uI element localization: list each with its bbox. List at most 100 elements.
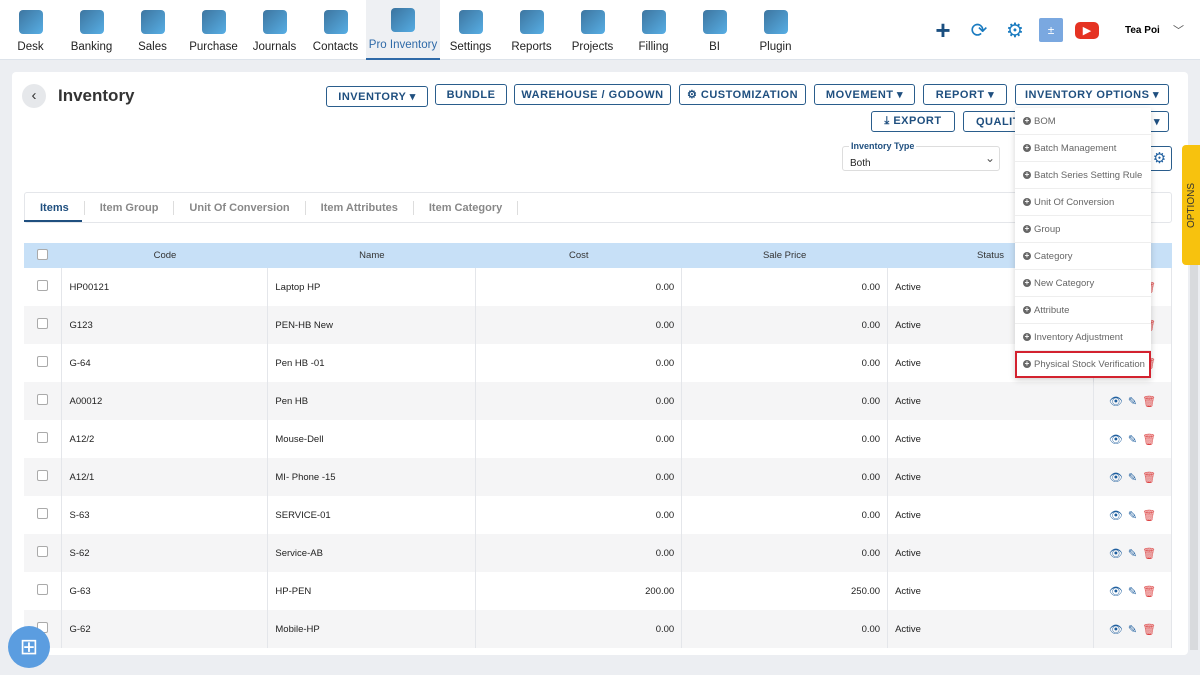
header-name[interactable]: Name xyxy=(267,243,476,268)
edit-icon[interactable]: ✎ xyxy=(1128,510,1137,522)
nav-item-purchase[interactable]: Purchase xyxy=(183,0,244,60)
tab-item-group[interactable]: Item Group xyxy=(85,200,175,215)
nav-label: BI xyxy=(709,41,720,53)
cell-sale-price: 0.00 xyxy=(681,344,889,382)
bundle-button[interactable]: BUNDLE xyxy=(435,84,507,105)
edit-icon[interactable]: ✎ xyxy=(1128,586,1137,598)
view-icon[interactable]: 👁 xyxy=(1109,434,1123,446)
menu-item-unit-of-conversion[interactable]: + Unit Of Conversion xyxy=(1015,189,1151,216)
menu-item-attribute[interactable]: + Attribute xyxy=(1015,297,1151,324)
cell-code: A12/2 xyxy=(61,420,269,458)
movement-button[interactable]: MOVEMENT ▾ xyxy=(814,84,915,105)
row-checkbox[interactable] xyxy=(37,280,49,291)
row-checkbox[interactable] xyxy=(37,470,49,481)
view-icon[interactable]: 👁 xyxy=(1109,472,1123,484)
row-checkbox[interactable] xyxy=(37,432,49,443)
cell-name: Laptop HP xyxy=(267,268,477,306)
export-button[interactable]: ⤓ EXPORT xyxy=(871,111,955,132)
edit-icon[interactable]: ✎ xyxy=(1128,472,1137,484)
warehouse-button[interactable]: WAREHOUSE / GODOWN xyxy=(514,84,671,105)
menu-item-label: Unit Of Conversion xyxy=(1034,196,1115,208)
tab-item-category[interactable]: Item Category xyxy=(414,200,519,215)
tab-unit-of-conversion[interactable]: Unit Of Conversion xyxy=(174,200,306,215)
edit-icon[interactable]: ✎ xyxy=(1128,434,1137,446)
nav-item-reports[interactable]: Reports xyxy=(501,0,562,60)
nav-label: Journals xyxy=(252,41,297,53)
options-side-tab[interactable]: OPTIONS xyxy=(1182,145,1200,265)
header-cost[interactable]: Cost xyxy=(475,243,682,268)
header-code[interactable]: Code xyxy=(61,243,268,268)
back-button[interactable]: ‹ xyxy=(22,84,46,108)
header-sale-price[interactable]: Sale Price xyxy=(681,243,888,268)
menu-item-group[interactable]: + Group xyxy=(1015,216,1151,243)
row-checkbox[interactable] xyxy=(37,394,49,405)
nav-item-plugin[interactable]: Plugin xyxy=(745,0,806,60)
company-name[interactable]: Tea Poi xyxy=(1125,25,1161,36)
delete-icon[interactable]: 🗑 xyxy=(1142,396,1156,408)
menu-item-bom[interactable]: + BOM xyxy=(1015,108,1151,135)
chevron-down-icon[interactable]: ﹀ xyxy=(1173,22,1184,38)
nav-item-desk[interactable]: Desk xyxy=(0,0,61,60)
nav-item-settings[interactable]: Settings xyxy=(440,0,501,60)
delete-icon[interactable]: 🗑 xyxy=(1142,624,1156,636)
delete-icon[interactable]: 🗑 xyxy=(1142,472,1156,484)
view-icon[interactable]: 👁 xyxy=(1109,586,1123,598)
cell-sale-price: 0.00 xyxy=(681,420,889,458)
row-checkbox[interactable] xyxy=(37,356,49,367)
select-all-checkbox[interactable] xyxy=(37,248,49,260)
nav-item-contacts[interactable]: Contacts xyxy=(305,0,366,60)
row-actions: 👁 ✎ 🗑 xyxy=(1093,458,1173,496)
nav-item-journals[interactable]: Journals xyxy=(244,0,305,60)
nav-item-sales[interactable]: Sales xyxy=(122,0,183,60)
cell-name: Mouse-Dell xyxy=(267,420,477,458)
edit-icon[interactable]: ✎ xyxy=(1128,396,1137,408)
bank-sync-icon[interactable]: ⟳ xyxy=(967,18,991,42)
view-icon[interactable]: 👁 xyxy=(1109,624,1123,636)
menu-item-new-category[interactable]: + New Category xyxy=(1015,270,1151,297)
view-icon[interactable]: 👁 xyxy=(1109,548,1123,560)
gear-icon[interactable]: ⚙ xyxy=(1003,18,1027,42)
youtube-icon[interactable]: ▶ xyxy=(1075,21,1099,39)
report-button[interactable]: REPORT ▾ xyxy=(923,84,1007,105)
row-actions: 👁 ✎ 🗑 xyxy=(1093,610,1173,648)
edit-icon[interactable]: ✎ xyxy=(1128,548,1137,560)
cell-name: PEN-HB New xyxy=(267,306,477,344)
row-checkbox[interactable] xyxy=(37,508,49,519)
nav-label: Sales xyxy=(138,41,167,53)
row-checkbox[interactable] xyxy=(37,584,49,595)
row-checkbox[interactable] xyxy=(37,318,49,329)
delete-icon[interactable]: 🗑 xyxy=(1142,548,1156,560)
menu-item-physical-stock-verification[interactable]: + Physical Stock Verification xyxy=(1015,351,1151,378)
inventory-button[interactable]: INVENTORY ▾ xyxy=(326,86,428,107)
menu-item-batch-series-setting-rule[interactable]: + Batch Series Setting Rule xyxy=(1015,162,1151,189)
delete-icon[interactable]: 🗑 xyxy=(1142,434,1156,446)
inventory-type-select[interactable]: Inventory Type Both ⌄ xyxy=(842,141,1000,171)
tab-item-attributes[interactable]: Item Attributes xyxy=(306,200,414,215)
nav-label: Purchase xyxy=(189,41,238,53)
menu-item-inventory-adjustment[interactable]: + Inventory Adjustment xyxy=(1015,324,1151,351)
nav-item-projects[interactable]: Projects xyxy=(562,0,623,60)
calculator-icon[interactable]: ± xyxy=(1039,18,1063,42)
view-icon[interactable]: 👁 xyxy=(1109,396,1123,408)
cell-status: Active xyxy=(887,420,1094,458)
menu-item-batch-management[interactable]: + Batch Management xyxy=(1015,135,1151,162)
apps-grid-button[interactable]: ⊞ xyxy=(8,626,50,668)
inventory-options-button[interactable]: INVENTORY OPTIONS ▾ xyxy=(1015,84,1169,105)
nav-item-pro-inventory[interactable]: Pro Inventory xyxy=(366,0,440,60)
nav-item-banking[interactable]: Banking xyxy=(61,0,122,60)
filling-icon xyxy=(641,10,666,34)
view-icon[interactable]: 👁 xyxy=(1109,510,1123,522)
nav-item-filling[interactable]: Filling xyxy=(623,0,684,60)
menu-item-category[interactable]: + Category xyxy=(1015,243,1151,270)
delete-icon[interactable]: 🗑 xyxy=(1142,510,1156,522)
nav-item-bi[interactable]: BI xyxy=(684,0,745,60)
edit-icon[interactable]: ✎ xyxy=(1128,624,1137,636)
tab-items[interactable]: Items xyxy=(25,200,85,215)
scrollbar[interactable] xyxy=(1190,265,1198,650)
chevron-down-icon: ⌄ xyxy=(984,151,995,165)
delete-icon[interactable]: 🗑 xyxy=(1142,586,1156,598)
customization-button[interactable]: ⚙ CUSTOMIZATION xyxy=(679,84,806,105)
cell-cost: 0.00 xyxy=(475,382,683,420)
row-checkbox[interactable] xyxy=(37,546,49,557)
add-icon[interactable]: + xyxy=(931,15,955,45)
